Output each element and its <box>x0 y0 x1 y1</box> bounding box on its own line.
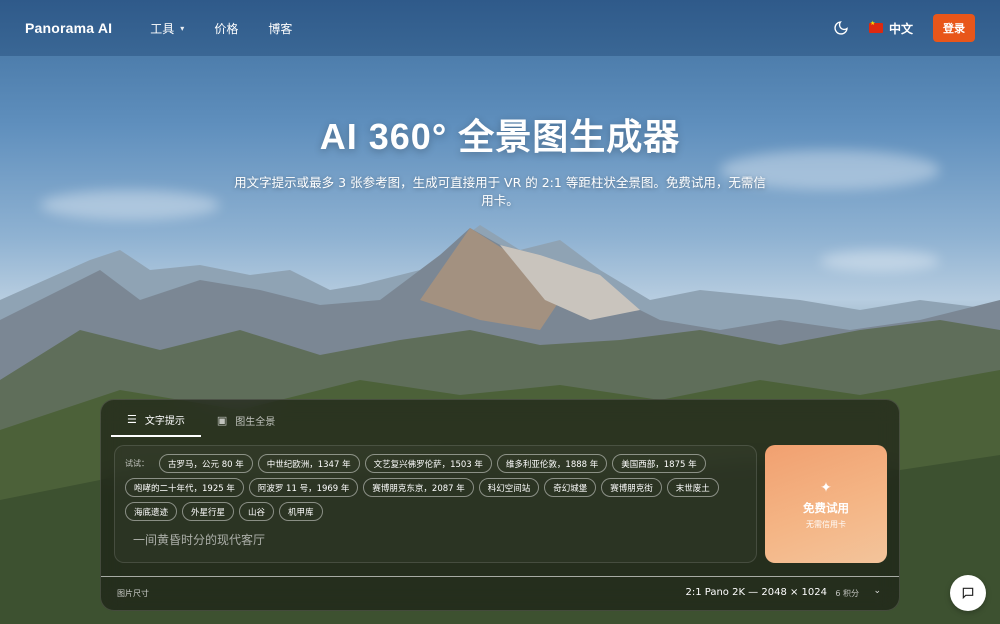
credits-cost: 6 积分 <box>835 589 859 598</box>
free-trial-button[interactable]: ✦ 免费试用 无需信用卡 <box>765 445 887 563</box>
suggestion-chip[interactable]: 末世废土 <box>666 478 719 497</box>
suggestion-chip[interactable]: 中世纪欧洲，1347 年 <box>257 454 360 473</box>
suggestion-chip[interactable]: 咆哮的二十年代，1925 年 <box>125 478 244 497</box>
moon-icon[interactable] <box>833 20 849 36</box>
prompt-placeholder[interactable]: 一间黄昏时分的现代客厅 <box>133 531 265 548</box>
image-size-select[interactable]: 2:1 Pano 2K — 2048 × 1024 <box>685 587 827 598</box>
suggestion-chip[interactable]: 古罗马，公元 80 年 <box>159 454 253 473</box>
suggestion-chip[interactable]: 奇幻城堡 <box>544 478 597 497</box>
tab-text-prompt[interactable]: ☰ 文字提示 <box>111 408 201 437</box>
page-title: AI 360° 全景图生成器 <box>319 116 681 157</box>
suggestion-chips: 试试： 古罗马，公元 80 年 中世纪欧洲，1347 年 文艺复兴佛罗伦萨，15… <box>125 454 746 521</box>
generator-panel: ☰ 文字提示 ▣ 图生全景 试试： 古罗马，公元 80 年 中世纪欧洲，1347… <box>100 399 900 611</box>
nav-pricing-label: 价格 <box>214 21 239 36</box>
suggestion-chip[interactable]: 阿波罗 11 号，1969 年 <box>248 478 359 497</box>
divider <box>101 576 899 577</box>
china-flag-icon <box>868 20 883 33</box>
nav-pricing[interactable]: 价格 <box>214 20 238 37</box>
login-button[interactable]: 登录 <box>933 14 975 42</box>
chevron-down-icon[interactable]: ⌄ <box>873 586 881 596</box>
suggestion-chip[interactable]: 维多利亚伦敦，1888 年 <box>496 454 608 473</box>
prompt-input-box[interactable]: 试试： 古罗马，公元 80 年 中世纪欧洲，1347 年 文艺复兴佛罗伦萨，15… <box>114 445 757 563</box>
language-selector[interactable]: 中文 <box>868 20 913 37</box>
no-card-label: 无需信用卡 <box>806 519 846 529</box>
nav-blog-label: 博客 <box>268 21 293 36</box>
suggestion-chip[interactable]: 山谷 <box>239 502 275 521</box>
tab-text-prompt-label: 文字提示 <box>144 416 185 427</box>
chevron-down-icon: ▾ <box>180 23 185 33</box>
generator-tabs: ☰ 文字提示 ▣ 图生全景 <box>111 408 291 437</box>
main-nav: 工具 ▾ 价格 博客 <box>150 20 292 37</box>
image-sparkle-icon: ▣ <box>216 414 228 427</box>
nav-blog[interactable]: 博客 <box>268 20 292 37</box>
free-trial-label: 免费试用 <box>803 502 849 515</box>
suggestion-chip[interactable]: 赛博朋克街 <box>601 478 662 497</box>
nav-tools-label: 工具 <box>150 21 175 36</box>
chat-support-button[interactable] <box>950 575 986 611</box>
top-navigation-bar: Panorama AI 工具 ▾ 价格 博客 中文 登录 <box>0 0 1000 56</box>
suggestion-chip[interactable]: 科幻空间站 <box>478 478 540 497</box>
suggestion-chip[interactable]: 机甲库 <box>279 502 323 521</box>
image-size-label: 图片尺寸 <box>117 589 149 598</box>
hero: AI 360° 全景图生成器 用文字提示或最多 3 张参考图，生成可直接用于 V… <box>0 108 1000 210</box>
suggestion-chip[interactable]: 海底遗迹 <box>125 502 178 521</box>
suggestion-chip[interactable]: 美国西部，1875 年 <box>612 454 706 473</box>
tab-image-to-pano[interactable]: ▣ 图生全景 <box>201 408 291 437</box>
suggestion-chip[interactable]: 外星行星 <box>182 502 235 521</box>
nav-tools-dropdown[interactable]: 工具 ▾ <box>150 20 184 37</box>
tab-image-to-pano-label: 图生全景 <box>235 417 276 428</box>
text-lines-icon: ☰ <box>127 413 137 426</box>
suggestion-chip[interactable]: 文艺复兴佛罗伦萨，1503 年 <box>364 454 492 473</box>
brand-logo[interactable]: Panorama AI <box>25 20 112 36</box>
page-subtitle: 用文字提示或最多 3 张参考图，生成可直接用于 VR 的 2:1 等距柱状全景图… <box>234 175 766 208</box>
sparkle-icon: ✦ <box>820 478 832 495</box>
try-label: 试试： <box>125 459 149 468</box>
chat-bubble-icon <box>962 587 974 600</box>
language-label: 中文 <box>888 21 913 36</box>
suggestion-chip[interactable]: 赛博朋克东京，2087 年 <box>363 478 474 497</box>
